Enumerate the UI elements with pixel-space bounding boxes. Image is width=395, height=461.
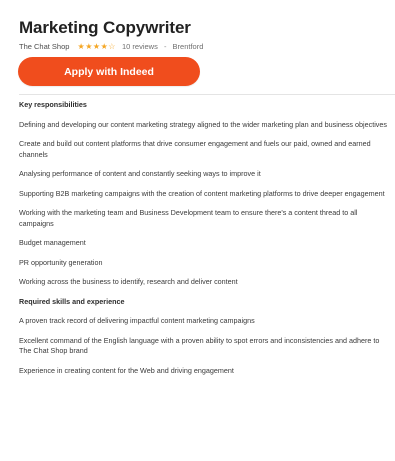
skill-item: Excellent command of the English languag…: [19, 335, 380, 356]
skills-heading: Required skills and experience: [19, 296, 125, 306]
responsibility-item: Working with the marketing team and Busi…: [19, 208, 358, 228]
divider: [19, 94, 395, 95]
responsibility-item: Budget management: [19, 238, 86, 247]
job-detail-page: Marketing Copywriter The Chat Shop ★★★★☆…: [0, 0, 395, 461]
responsibilities-heading: Key responsibilities: [19, 100, 87, 109]
skill-item: A proven track record of delivering impa…: [19, 316, 255, 325]
job-description: Key responsibilities Defining and develo…: [19, 100, 391, 385]
responsibility-item: PR opportunity generation: [19, 257, 103, 267]
job-title: Marketing Copywriter: [19, 18, 191, 37]
company-name-link[interactable]: The Chat Shop: [19, 42, 69, 51]
responsibility-item: Working across the business to identify,…: [19, 277, 238, 286]
company-line: The Chat Shop ★★★★☆ 10 reviews - Brentfo…: [19, 42, 379, 52]
responsibility-item: Defining and developing our content mark…: [19, 119, 387, 129]
job-location: Brentford: [172, 42, 204, 51]
responsibility-item: Create and build out content platforms t…: [19, 139, 371, 159]
rating-stars-icon: ★★★★☆: [77, 42, 116, 51]
apply-with-indeed-button[interactable]: Apply with Indeed: [18, 57, 200, 86]
job-header: Marketing Copywriter The Chat Shop ★★★★☆…: [19, 18, 379, 52]
reviews-link[interactable]: 10 reviews: [122, 42, 158, 51]
separator: -: [163, 42, 167, 51]
skill-item: Experience in creating content for the W…: [19, 365, 234, 375]
responsibility-item: Analysing performance of content and con…: [19, 169, 261, 178]
responsibility-item: Supporting B2B marketing campaigns with …: [19, 188, 385, 198]
